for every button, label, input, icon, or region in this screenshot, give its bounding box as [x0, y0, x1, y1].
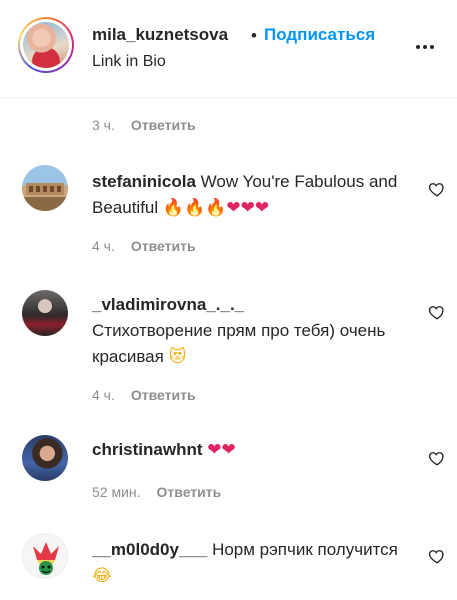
comment-body: stefaninicola Wow You're Fabulous and Be… [92, 169, 412, 221]
comment-emoji: 😻 [168, 347, 187, 367]
comment-body: _vladimirovna_._._ Стихотворение прям пр… [92, 292, 412, 370]
commenter-avatar[interactable] [22, 290, 68, 336]
comment-time: 3 ч. [92, 117, 115, 133]
commenter-username[interactable]: _vladimirovna_._._ [92, 295, 244, 314]
commenter-username[interactable]: __m0l0d0y___ [92, 540, 207, 559]
reply-button[interactable]: Ответить [157, 484, 222, 500]
author-bio: Link in Bio [92, 53, 166, 70]
reply-button[interactable]: Ответить [131, 117, 196, 133]
reply-button[interactable]: Ответить [131, 238, 196, 254]
commenter-avatar[interactable] [22, 533, 68, 579]
separator-dot: • [251, 26, 257, 45]
comment-meta: 4 ч. Ответить [92, 387, 196, 403]
reply-button[interactable]: Ответить [131, 387, 196, 403]
author-avatar [23, 22, 69, 68]
comment-meta: 52 мин. Ответить [92, 484, 221, 500]
heart-outline-icon[interactable] [428, 449, 446, 467]
comment-meta: 3 ч. Ответить [92, 117, 196, 133]
comment-time: 52 мин. [92, 484, 141, 500]
story-ring[interactable] [18, 17, 74, 73]
comment-emoji: 😂 [92, 566, 112, 586]
comment-text: Стихотворение прям про тебя) очень краси… [92, 321, 386, 366]
heart-outline-icon[interactable] [428, 547, 446, 565]
comment-time: 4 ч. [92, 387, 115, 403]
comment-meta: 4 ч. Ответить [92, 238, 196, 254]
heart-outline-icon[interactable] [428, 180, 446, 198]
commenter-avatar[interactable] [22, 435, 68, 481]
author-username[interactable]: mila_kuznetsova [92, 25, 228, 45]
comment-emoji: 🔥🔥🔥❤❤❤ [162, 198, 270, 218]
post-header: mila_kuznetsova • Подписаться Link in Bi… [0, 0, 457, 98]
comment-time: 4 ч. [92, 238, 115, 254]
comment-body: __m0l0d0y___ Норм рэпчик получится 😂 [92, 537, 412, 589]
commenter-username[interactable]: stefaninicola [92, 172, 196, 191]
more-options-icon[interactable] [416, 36, 440, 56]
follow-button[interactable]: Подписаться [264, 25, 375, 45]
commenter-username[interactable]: christinawhnt [92, 440, 203, 459]
heart-outline-icon[interactable] [428, 303, 446, 321]
comment-text: Норм рэпчик получится [212, 540, 398, 559]
commenter-avatar[interactable] [22, 165, 68, 211]
comment-emoji: ❤❤ [207, 440, 236, 460]
comment-body: christinawhnt ❤❤ [92, 437, 412, 463]
